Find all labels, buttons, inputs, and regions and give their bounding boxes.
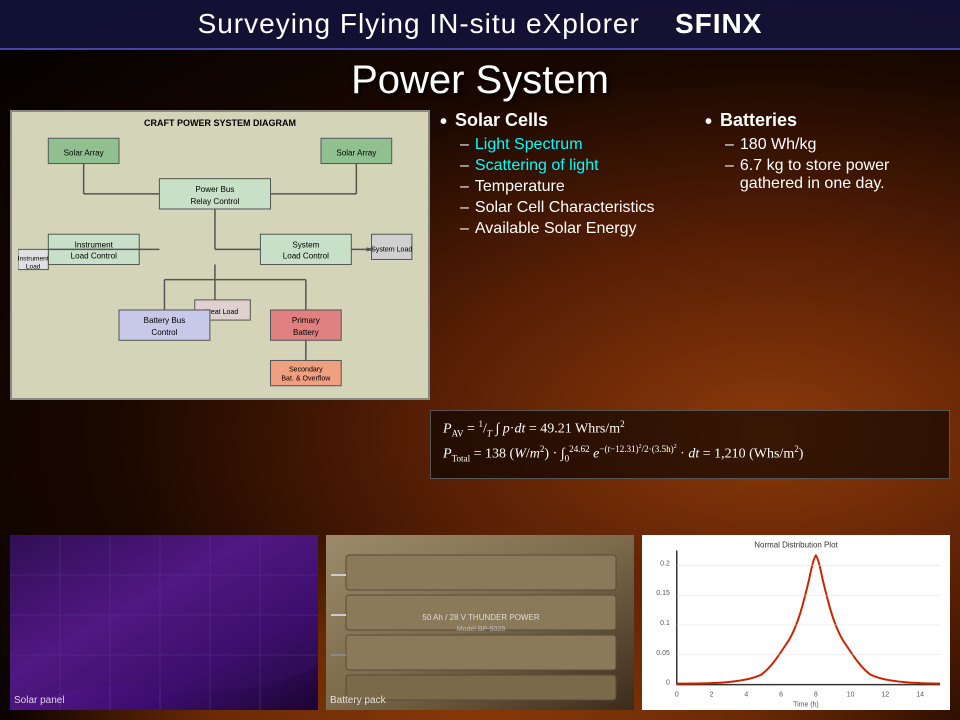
formula-1: PAV = 1/T ∫ p·dt = 49.21 Whrs/m2 — [443, 419, 937, 438]
list-item: Light Spectrum — [460, 136, 685, 154]
svg-text:Control: Control — [151, 328, 177, 337]
sub-item-4: Solar Cell Characteristics — [475, 199, 655, 217]
list-item: 6.7 kg to store power gathered in one da… — [725, 157, 950, 193]
solar-cells-header: • Solar Cells — [440, 110, 685, 132]
main-content: CRAFT POWER SYSTEM DIAGRAM Solar Array S… — [10, 110, 950, 400]
svg-text:0.2: 0.2 — [660, 560, 670, 567]
svg-text:Battery Bus: Battery Bus — [144, 316, 186, 325]
formulas-area: PAV = 1/T ∫ p·dt = 49.21 Whrs/m2 PTotal … — [430, 410, 950, 479]
power-diagram: CRAFT POWER SYSTEM DIAGRAM Solar Array S… — [10, 110, 430, 400]
svg-text:12: 12 — [882, 692, 890, 699]
diagram-area: CRAFT POWER SYSTEM DIAGRAM Solar Array S… — [10, 110, 430, 400]
svg-text:Bat. & Overflow: Bat. & Overflow — [281, 376, 331, 383]
page-title: Power System — [0, 58, 960, 103]
list-item: Temperature — [460, 178, 685, 196]
header-title-bold: SFINX — [675, 8, 762, 39]
batteries-list: 180 Wh/kg 6.7 kg to store power gathered… — [725, 136, 950, 193]
bullet-dot-solar: • — [440, 112, 447, 132]
svg-text:0: 0 — [666, 680, 670, 687]
photo-solar-label: Solar panel — [14, 695, 65, 706]
photo-graph: Normal Distribution Plot 0 2 4 6 8 10 12… — [642, 535, 950, 710]
diagram-svg: Solar Array Solar Array Power Bus Relay … — [18, 132, 422, 392]
formula-2: PTotal = 138 (W/m2) · ∫024.62 e−(t−12.31… — [443, 444, 937, 463]
header-title: Surveying Flying IN-situ eXplorer SFINX — [198, 8, 763, 40]
graph-svg: Normal Distribution Plot 0 2 4 6 8 10 12… — [642, 535, 950, 710]
photo-battery-label: Battery pack — [330, 695, 386, 706]
svg-text:Heat Load: Heat Load — [206, 309, 239, 316]
header-bar: Surveying Flying IN-situ eXplorer SFINX — [0, 0, 960, 50]
solar-panel-svg — [10, 535, 318, 710]
svg-text:Model BP-5028: Model BP-5028 — [457, 626, 505, 633]
svg-text:Load: Load — [26, 264, 41, 271]
svg-text:Instrument: Instrument — [75, 240, 114, 249]
diagram-inner: CRAFT POWER SYSTEM DIAGRAM Solar Array S… — [12, 112, 428, 398]
svg-text:Battery: Battery — [293, 328, 320, 337]
bullets-area: • Solar Cells Light Spectrum Scattering … — [440, 110, 950, 400]
battery-svg: 50 Ah / 28 V THUNDER POWER Model BP-5028 — [326, 535, 634, 710]
photo-graph-label: Power curve graph — [646, 695, 730, 706]
batteries-column: • Batteries 180 Wh/kg 6.7 kg to store po… — [705, 110, 950, 241]
bullets-row: • Solar Cells Light Spectrum Scattering … — [440, 110, 950, 241]
bullet-dot-batteries: • — [705, 112, 712, 132]
list-item: Available Solar Energy — [460, 220, 685, 238]
svg-text:Solar Array: Solar Array — [64, 148, 105, 157]
svg-text:System Load: System Load — [371, 246, 412, 253]
svg-text:Instrument: Instrument — [18, 255, 49, 262]
svg-text:Time (h): Time (h) — [793, 701, 819, 708]
photos-row: Solar panel 50 Ah / 28 V THUNDER POWE — [10, 535, 950, 710]
svg-text:8: 8 — [814, 692, 818, 699]
diagram-title: CRAFT POWER SYSTEM DIAGRAM — [18, 118, 422, 128]
sub-item-1: Light Spectrum — [475, 136, 583, 154]
solar-cells-label: Solar Cells — [455, 110, 548, 131]
solar-cells-column: • Solar Cells Light Spectrum Scattering … — [440, 110, 685, 241]
sub-item-5: Available Solar Energy — [475, 220, 637, 238]
solar-cells-list: Light Spectrum Scattering of light Tempe… — [460, 136, 685, 238]
battery-item-1: 180 Wh/kg — [740, 136, 816, 154]
svg-text:Power Bus: Power Bus — [195, 185, 234, 194]
batteries-header: • Batteries — [705, 110, 950, 132]
photo-solar-panel: Solar panel — [10, 535, 318, 710]
list-item: Scattering of light — [460, 157, 685, 175]
svg-text:Relay Control: Relay Control — [190, 197, 239, 206]
svg-text:6: 6 — [779, 692, 783, 699]
svg-text:0.05: 0.05 — [656, 650, 670, 657]
batteries-label: Batteries — [720, 110, 797, 131]
sub-item-2: Scattering of light — [475, 157, 599, 175]
svg-text:System: System — [292, 240, 319, 249]
list-item: Solar Cell Characteristics — [460, 199, 685, 217]
svg-text:10: 10 — [847, 692, 855, 699]
svg-text:Primary: Primary — [292, 316, 321, 325]
svg-text:50 Ah / 28 V THUNDER POWER: 50 Ah / 28 V THUNDER POWER — [422, 613, 539, 622]
svg-text:Load Control: Load Control — [71, 251, 117, 260]
header-title-text: Surveying Flying IN-situ eXplorer — [198, 8, 640, 39]
svg-text:Load Control: Load Control — [283, 251, 329, 260]
battery-item-2: 6.7 kg to store power gathered in one da… — [740, 157, 950, 193]
photo-battery: 50 Ah / 28 V THUNDER POWER Model BP-5028… — [326, 535, 634, 710]
svg-text:Secondary: Secondary — [289, 367, 323, 374]
svg-text:14: 14 — [916, 692, 924, 699]
svg-text:Normal Distribution Plot: Normal Distribution Plot — [754, 540, 838, 549]
svg-text:Solar Array: Solar Array — [336, 148, 377, 157]
svg-text:4: 4 — [744, 692, 748, 699]
sub-item-3: Temperature — [475, 178, 565, 196]
list-item: 180 Wh/kg — [725, 136, 950, 154]
svg-text:0.1: 0.1 — [660, 620, 670, 627]
svg-text:0.15: 0.15 — [656, 590, 670, 597]
